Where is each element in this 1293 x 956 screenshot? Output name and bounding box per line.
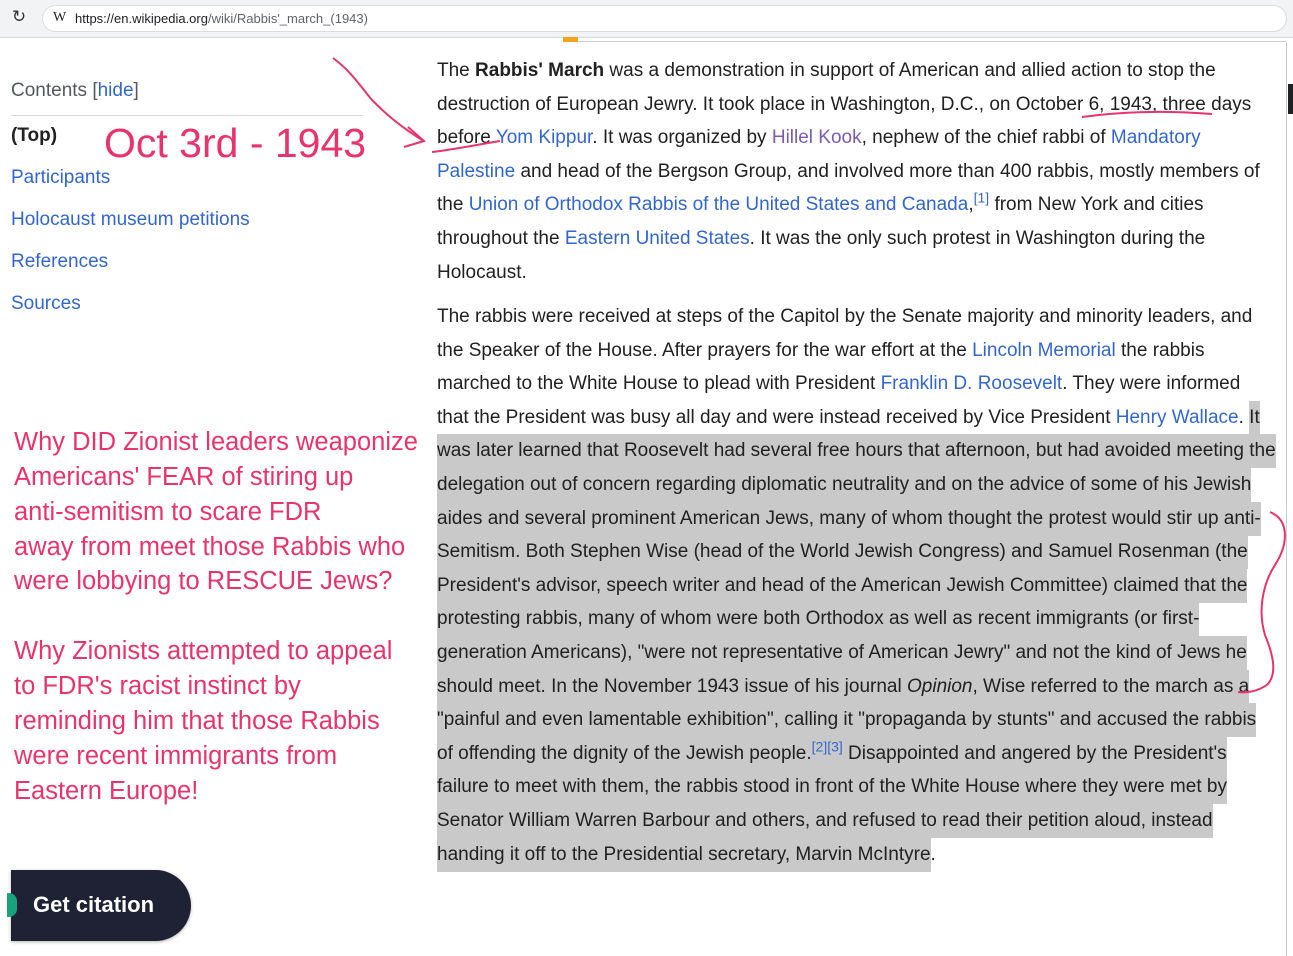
text-run: .: [930, 843, 936, 865]
reference-link[interactable]: [1]: [974, 190, 990, 206]
link-yom-kippur[interactable]: Yom Kippur: [496, 127, 592, 148]
text-run: , nephew of the chief rabbi of: [861, 127, 1111, 149]
citation-accent-mark: [7, 893, 17, 917]
wikipedia-favicon: W: [53, 10, 67, 25]
annotation-question-line: to FDR's racist instinct by: [14, 672, 301, 700]
annotation-question-line: Americans' FEAR of stiring up: [14, 463, 354, 491]
scroll-edge-block: [1288, 84, 1293, 114]
article-paragraph-1: The Rabbis' March was a demonstration in…: [437, 54, 1277, 289]
reload-icon[interactable]: ↻: [8, 6, 30, 28]
toc-item-sources[interactable]: Sources: [11, 293, 81, 315]
link-hillel-kook[interactable]: Hillel Kook: [772, 127, 862, 148]
text-run: . It was organized by: [592, 127, 772, 149]
annotation-question-line: Why DID Zionist leaders weaponize: [14, 428, 418, 456]
text-run: .: [1238, 406, 1250, 428]
toc-item-participants[interactable]: Participants: [11, 167, 110, 189]
journal-title: Opinion: [907, 675, 973, 697]
toc-title-text: Contents: [11, 80, 88, 101]
progress-indicator: [563, 37, 578, 42]
browser-toolbar: ↻ W https://en.wikipedia.org/wiki/Rabbis…: [0, 0, 1293, 38]
get-citation-label: Get citation: [33, 892, 155, 917]
annotation-question-line: were recent immigrants from: [14, 742, 338, 770]
url-path: /wiki/Rabbis'_march_(1943): [207, 11, 368, 26]
selected-text[interactable]: It was later learned that Roosevelt had …: [437, 400, 1276, 872]
link-eastern-united-states[interactable]: Eastern United States: [565, 228, 750, 249]
get-citation-button[interactable]: Get citation: [7, 870, 191, 941]
toc-hide-bracket-close: ]: [133, 80, 139, 101]
annotation-question-line: Why Zionists attempted to appeal: [14, 637, 393, 665]
reference-link[interactable]: [2][3]: [812, 738, 843, 754]
url-host: https://en.wikipedia.org: [75, 11, 208, 26]
content-top-border: [578, 41, 1286, 42]
url-text[interactable]: https://en.wikipedia.org/wiki/Rabbis'_ma…: [75, 11, 368, 26]
toc-divider: [11, 115, 363, 116]
content-right-border: [1286, 42, 1287, 956]
link-union-of-orthodox-rabbis[interactable]: Union of Orthodox Rabbis of the United S…: [469, 194, 969, 215]
address-bar[interactable]: W https://en.wikipedia.org/wiki/Rabbis'_…: [42, 5, 1287, 32]
annotation-arrowhead: [403, 126, 427, 148]
annotation-question-line: were lobbying to RESCUE Jews?: [14, 567, 393, 595]
link-henry-wallace[interactable]: Henry Wallace: [1116, 407, 1239, 428]
toc-item-references[interactable]: References: [11, 251, 108, 273]
annotation-question-line: anti-semitism to scare FDR: [14, 498, 322, 526]
toc-title: Contents [hide]: [11, 80, 139, 102]
annotation-date-note: Oct 3rd - 1943: [104, 120, 367, 166]
annotation-question-line: Eastern Europe!: [14, 777, 199, 805]
article-subject-bold: Rabbis' March: [475, 60, 605, 81]
toc-item-holocaust-museum-petitions[interactable]: Holocaust museum petitions: [11, 209, 250, 231]
text-run: The: [437, 60, 476, 81]
toc-item-top[interactable]: (Top): [11, 125, 57, 147]
link-lincoln-memorial[interactable]: Lincoln Memorial: [972, 340, 1116, 361]
article-paragraph-2: The rabbis were received at steps of the…: [437, 300, 1277, 872]
toc-hide-link[interactable]: hide: [98, 80, 134, 101]
annotation-question-line: away from meet those Rabbis who: [14, 533, 406, 561]
link-franklin-d-roosevelt[interactable]: Franklin D. Roosevelt: [881, 373, 1063, 394]
annotation-question-line: reminding him that those Rabbis: [14, 707, 380, 735]
text-run: It was later learned that Roosevelt had …: [437, 406, 1276, 697]
